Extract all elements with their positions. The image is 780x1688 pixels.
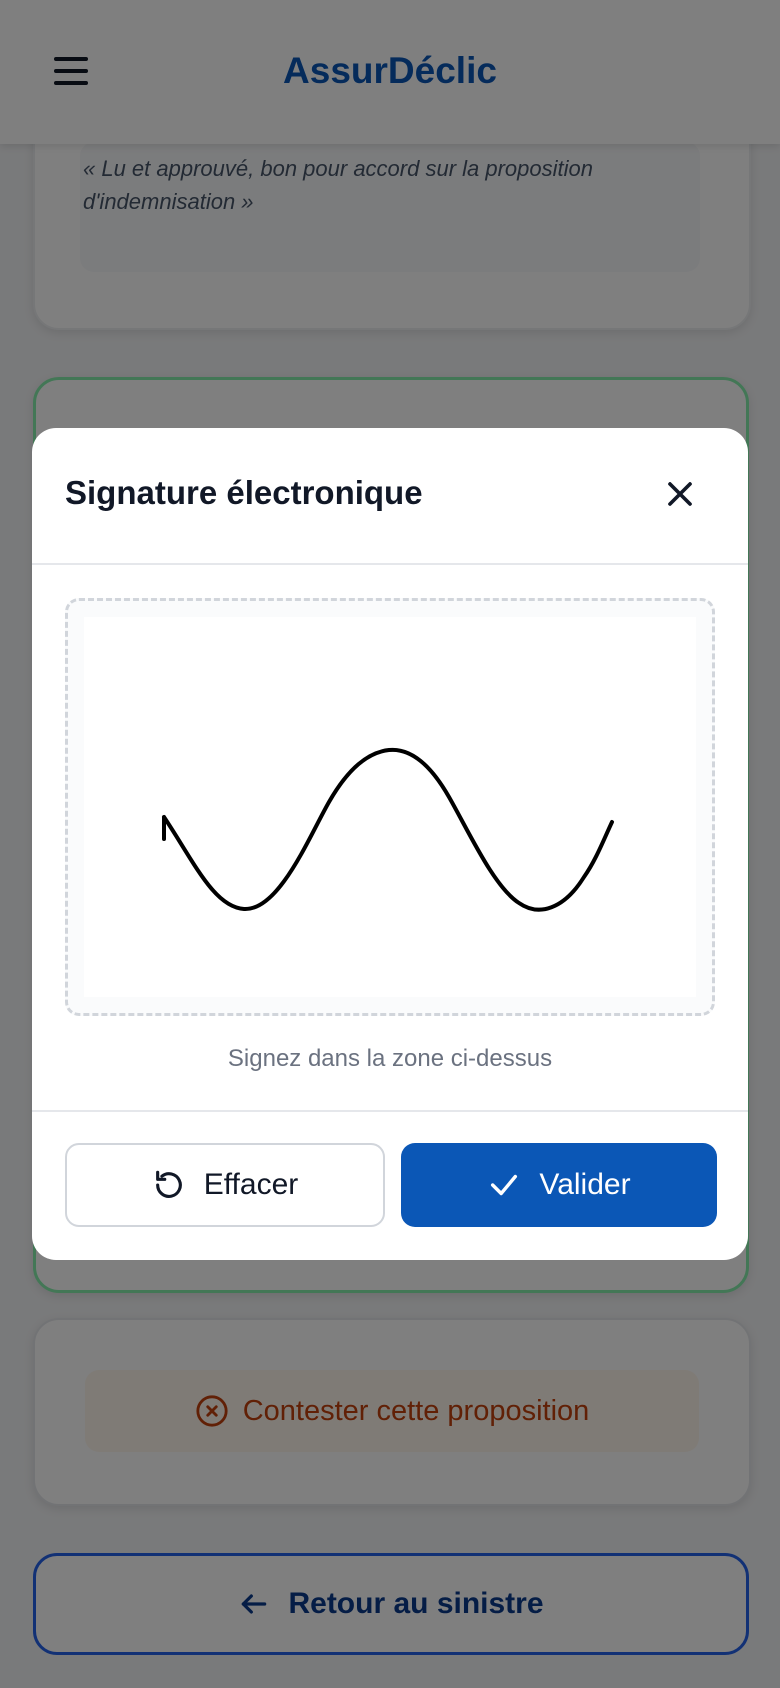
clear-button[interactable]: Effacer	[65, 1143, 385, 1227]
header-divider	[32, 563, 748, 565]
close-button[interactable]	[660, 474, 700, 514]
check-icon	[491, 1174, 518, 1196]
validate-label: Valider	[539, 1168, 631, 1201]
signature-stroke	[162, 747, 614, 912]
signature-canvas[interactable]	[84, 617, 696, 997]
footer-divider	[32, 1110, 748, 1112]
close-icon	[668, 482, 692, 506]
signature-modal: Signature électronique Signez dans la zo…	[32, 428, 748, 1260]
signature-pad[interactable]	[65, 598, 715, 1016]
clear-label: Effacer	[203, 1168, 299, 1201]
refresh-icon	[155, 1170, 182, 1198]
validate-button[interactable]: Valider	[401, 1143, 717, 1227]
modal-title: Signature électronique	[65, 474, 423, 511]
signature-hint: Signez dans la zone ci-dessus	[227, 1045, 553, 1072]
